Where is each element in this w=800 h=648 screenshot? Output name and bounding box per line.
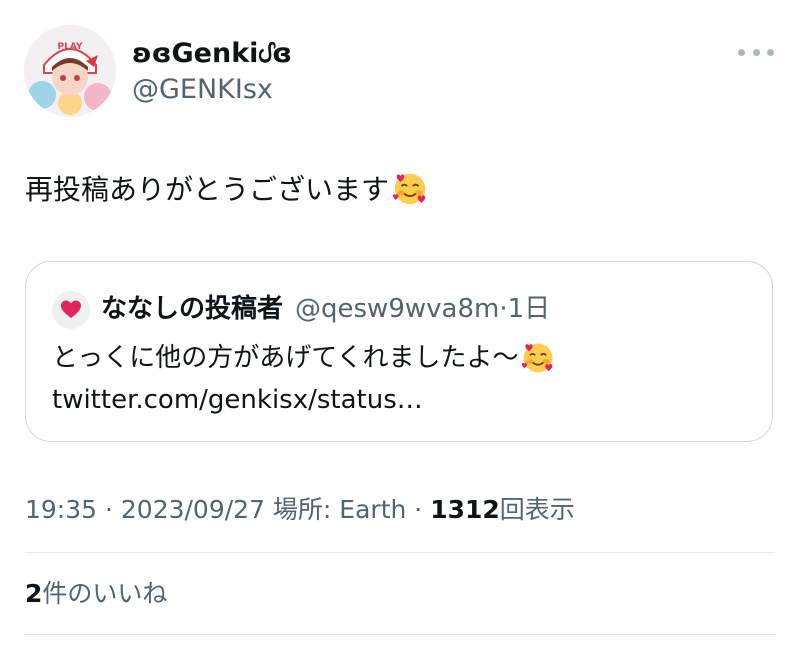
avatar-illustration: PLAY	[24, 25, 116, 117]
quoted-author-handle[interactable]: @qesw9wva8m	[295, 294, 499, 324]
quoted-link[interactable]: twitter.com/genkisx/status…	[52, 380, 423, 420]
meta-separator: ·	[406, 495, 431, 524]
more-dot	[767, 48, 774, 56]
divider	[25, 634, 775, 635]
smiling-face-with-hearts-icon	[522, 343, 553, 372]
more-dot	[752, 48, 760, 56]
view-count: 1312	[430, 495, 500, 524]
more-dot	[738, 48, 745, 56]
like-label: 件のいいね	[42, 579, 168, 608]
tweet-time[interactable]: 19:35	[25, 495, 97, 524]
meta-separator: ·	[97, 495, 121, 524]
smiling-face-with-hearts-icon	[392, 173, 426, 205]
quoted-time[interactable]: 1日	[508, 294, 551, 324]
quoted-author-name[interactable]: ななしの投稿者	[101, 294, 283, 324]
tweet-text: 再投稿ありがとうございます	[25, 173, 390, 206]
author-handle[interactable]: @GENKIsx	[132, 74, 273, 106]
quoted-author-avatar[interactable]	[52, 291, 90, 329]
view-count-label: 回表示	[499, 495, 575, 524]
author-display-name[interactable]: ʚɞGenkiᦔɞ	[132, 38, 292, 70]
likes-summary[interactable]: 2件のいいね	[25, 577, 167, 611]
quoted-text-line: とっくに他の方があげてくれましたよ〜	[52, 338, 556, 378]
quoted-text: とっくに他の方があげてくれましたよ〜	[52, 343, 519, 373]
divider	[25, 552, 775, 553]
author-avatar[interactable]: PLAY	[24, 25, 116, 117]
tweet-location: 場所: Earth	[264, 495, 407, 524]
tweet-date[interactable]: 2023/09/27	[121, 495, 265, 524]
like-count: 2	[25, 579, 43, 608]
heart-icon	[61, 300, 81, 318]
quoted-separator: ·	[499, 294, 508, 324]
avatar-badge-text: PLAY	[58, 42, 83, 52]
tweet-text-line: 再投稿ありがとうございます	[25, 170, 429, 210]
more-options-icon[interactable]	[738, 42, 774, 62]
quoted-tweet-card[interactable]: ななしの投稿者 @qesw9wva8m·1日 とっくに他の方があげてくれましたよ〜…	[25, 261, 773, 442]
quoted-header: ななしの投稿者 @qesw9wva8m·1日	[101, 292, 550, 326]
tweet-meta: 19:35 · 2023/09/27 場所: Earth · 1312回表示	[25, 493, 575, 527]
